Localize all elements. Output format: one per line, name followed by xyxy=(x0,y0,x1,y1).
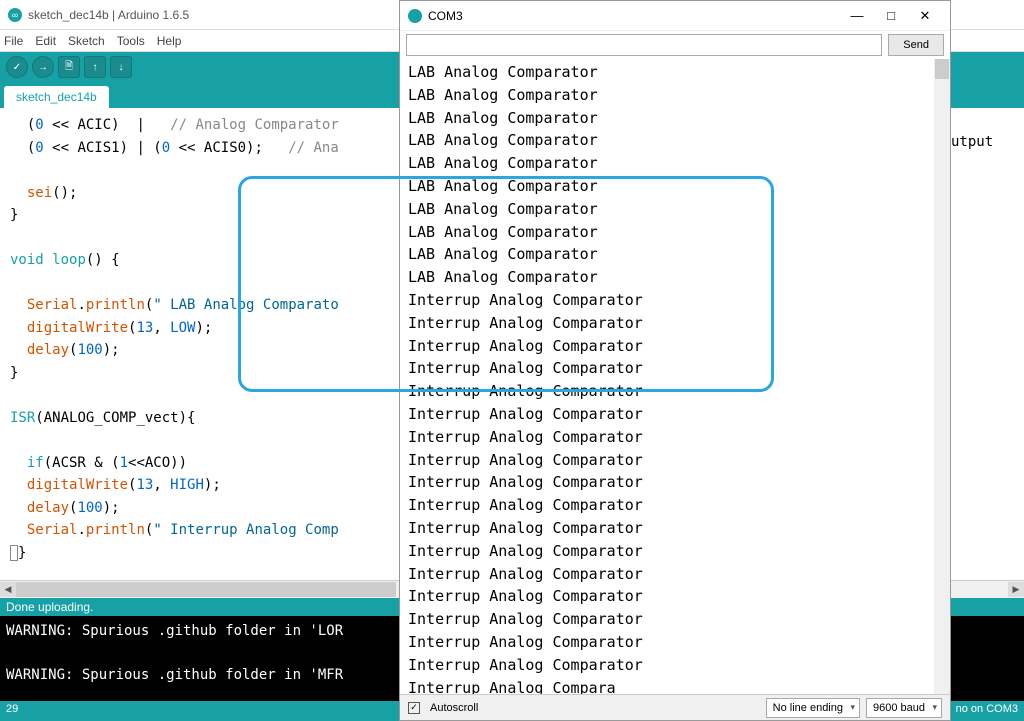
serial-line: Interrup Analog Comparator xyxy=(408,494,950,517)
serial-line: LAB Analog Comparator xyxy=(408,107,950,130)
scroll-right-icon[interactable]: ▶ xyxy=(1008,582,1024,597)
serial-line: LAB Analog Comparator xyxy=(408,243,950,266)
send-button[interactable]: Send xyxy=(888,34,944,56)
serial-monitor-window: COM3 — □ ✕ Send LAB Analog Comparator LA… xyxy=(399,0,951,721)
serial-line: Interrup Analog Compara xyxy=(408,677,950,694)
serial-line: LAB Analog Comparator xyxy=(408,152,950,175)
serial-line: Interrup Analog Comparator xyxy=(408,563,950,586)
serial-output[interactable]: LAB Analog Comparator LAB Analog Compara… xyxy=(400,59,950,694)
serial-line: LAB Analog Comparator xyxy=(408,175,950,198)
serial-line: Interrup Analog Comparator xyxy=(408,312,950,335)
serial-line: LAB Analog Comparator xyxy=(408,129,950,152)
serial-send-input[interactable] xyxy=(406,34,882,56)
serial-line: Interrup Analog Comparator xyxy=(408,449,950,472)
serial-titlebar: COM3 — □ ✕ xyxy=(400,1,950,31)
menu-sketch[interactable]: Sketch xyxy=(68,34,105,48)
sketch-tab[interactable]: sketch_dec14b xyxy=(4,86,109,108)
cursor-icon xyxy=(10,545,18,561)
serial-window-title: COM3 xyxy=(428,9,840,23)
menu-help[interactable]: Help xyxy=(157,34,182,48)
serial-input-row: Send xyxy=(400,31,950,59)
verify-button[interactable]: ✓ xyxy=(6,56,28,78)
serial-line: LAB Analog Comparator xyxy=(408,61,950,84)
code-overflow-text: utput xyxy=(951,108,1011,153)
menu-tools[interactable]: Tools xyxy=(117,34,145,48)
serial-line: Interrup Analog Comparator xyxy=(408,517,950,540)
serial-footer: ✓ Autoscroll No line ending 9600 baud xyxy=(400,694,950,720)
autoscroll-checkbox[interactable]: ✓ xyxy=(408,702,420,714)
menu-file[interactable]: File xyxy=(4,34,23,48)
serial-line: Interrup Analog Comparator xyxy=(408,585,950,608)
arduino-logo-icon xyxy=(408,9,422,23)
line-number-label: 29 xyxy=(6,703,18,719)
scroll-thumb[interactable] xyxy=(935,59,949,79)
arduino-logo-icon: ∞ xyxy=(8,8,22,22)
serial-line: Interrup Analog Comparator xyxy=(408,380,950,403)
scroll-thumb[interactable] xyxy=(16,582,396,597)
scroll-left-icon[interactable]: ◀ xyxy=(0,582,16,597)
serial-vscrollbar[interactable] xyxy=(934,59,950,694)
serial-line: Interrup Analog Comparator xyxy=(408,540,950,563)
autoscroll-label: Autoscroll xyxy=(430,702,478,714)
serial-line: LAB Analog Comparator xyxy=(408,84,950,107)
serial-line: LAB Analog Comparator xyxy=(408,266,950,289)
serial-line: Interrup Analog Comparator xyxy=(408,357,950,380)
maximize-icon[interactable]: □ xyxy=(874,4,908,28)
save-button[interactable]: ↓ xyxy=(110,56,132,78)
new-button[interactable]: 🗎 xyxy=(58,56,80,78)
menu-edit[interactable]: Edit xyxy=(35,34,56,48)
serial-line: Interrup Analog Comparator xyxy=(408,403,950,426)
minimize-icon[interactable]: — xyxy=(840,4,874,28)
board-port-label: no on COM3 xyxy=(956,703,1018,719)
serial-line: Interrup Analog Comparator xyxy=(408,289,950,312)
serial-line: Interrup Analog Comparator xyxy=(408,335,950,358)
close-icon[interactable]: ✕ xyxy=(908,4,942,28)
line-ending-dropdown[interactable]: No line ending xyxy=(766,698,860,718)
serial-line: Interrup Analog Comparator xyxy=(408,654,950,677)
serial-line: Interrup Analog Comparator xyxy=(408,471,950,494)
upload-button[interactable]: → xyxy=(32,56,54,78)
open-button[interactable]: ↑ xyxy=(84,56,106,78)
serial-line: Interrup Analog Comparator xyxy=(408,608,950,631)
serial-line: LAB Analog Comparator xyxy=(408,198,950,221)
serial-line: LAB Analog Comparator xyxy=(408,221,950,244)
serial-line: Interrup Analog Comparator xyxy=(408,426,950,449)
window-title: sketch_dec14b | Arduino 1.6.5 xyxy=(28,8,189,22)
baud-dropdown[interactable]: 9600 baud xyxy=(866,698,942,718)
serial-line: Interrup Analog Comparator xyxy=(408,631,950,654)
